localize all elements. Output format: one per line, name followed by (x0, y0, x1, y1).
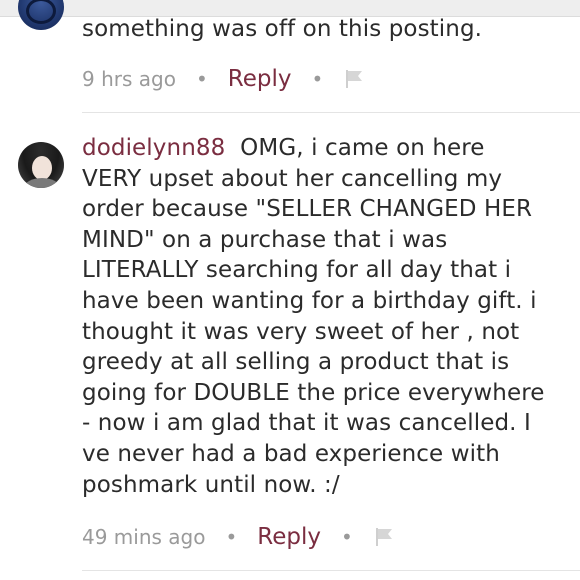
comment-text-line: ve never had a bad experience with (82, 440, 500, 467)
comment-text-line: order because "SELLER CHANGED HER (82, 196, 533, 223)
comment-text-line: MIND" on a purchase that i was (82, 226, 448, 253)
user-avatar-icon[interactable] (18, 0, 64, 30)
comment-text-line: thought it was very sweet of her , not (82, 318, 520, 345)
username-link[interactable]: dodielynn88 (82, 135, 225, 161)
separator-dot: • (195, 67, 208, 91)
comment-divider (82, 112, 580, 113)
comment-text-line: - now i am glad that it was cancelled. I (82, 410, 531, 437)
timestamp: 49 mins ago (82, 525, 206, 549)
comment-text-line: LITERALLY searching for all day that i (82, 257, 512, 284)
comment-text-line: poshmark until now. :/ (82, 471, 340, 498)
comment-text-line: something was off on this posting. (82, 16, 483, 42)
comment-text-line: VERY upset about her cancelling my (82, 165, 503, 192)
comment-first-line: dodielynn88 OMG, i came on here (82, 133, 572, 164)
comment-meta: 49 mins ago • Reply • (82, 522, 395, 552)
flag-icon[interactable] (373, 526, 395, 548)
reply-link[interactable]: Reply (228, 66, 292, 92)
comment-text: dodielynn88 OMG, i came on here VERY ups… (82, 133, 572, 500)
separator-dot: • (225, 525, 238, 549)
user-avatar-icon[interactable] (18, 142, 64, 188)
flag-icon[interactable] (343, 68, 365, 90)
comment-text-line: OMG, i came on here (240, 135, 485, 161)
reply-link[interactable]: Reply (257, 524, 321, 550)
comment-divider (82, 570, 580, 571)
separator-dot: • (341, 525, 353, 549)
timestamp: 9 hrs ago (82, 67, 176, 91)
comment-text-line: going for DOUBLE the price everywhere (82, 379, 545, 406)
comment-meta: 9 hrs ago • Reply • (82, 64, 365, 94)
separator-dot: • (311, 67, 324, 91)
comment-text-line: greedy at all selling a product that is (82, 349, 510, 376)
comment-text-line: have been wanting for a birthday gift. i (82, 287, 537, 314)
comment-text: something was off on this posting. (82, 14, 572, 45)
